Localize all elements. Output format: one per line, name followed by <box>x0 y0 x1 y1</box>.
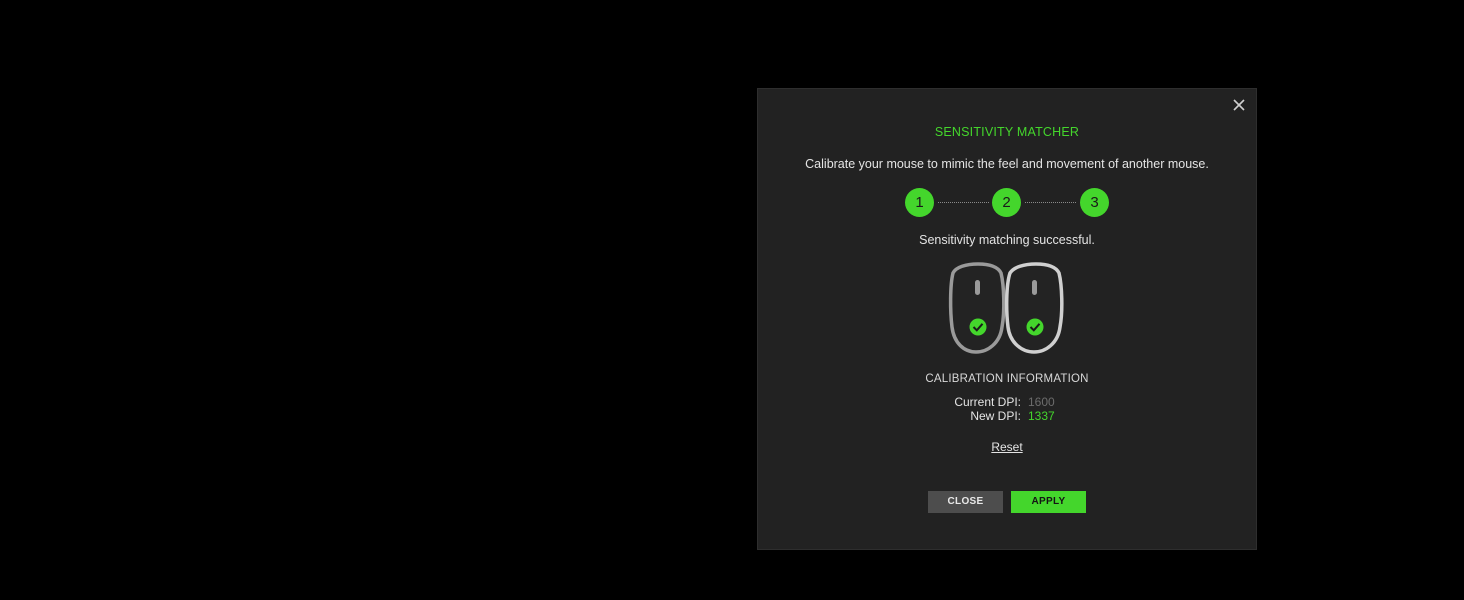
close-icon[interactable] <box>1230 96 1248 114</box>
mice-illustration <box>948 261 1066 355</box>
sensitivity-matcher-dialog: SENSITIVITY MATCHER Calibrate your mouse… <box>757 88 1257 550</box>
new-dpi-row: New DPI: 1337 <box>758 409 1256 423</box>
new-dpi-label: New DPI: <box>970 409 1021 423</box>
step-connector <box>1025 202 1076 203</box>
new-dpi-value: 1337 <box>1028 409 1055 423</box>
dialog-subtitle: Calibrate your mouse to mimic the feel a… <box>805 157 1209 171</box>
dialog-title: SENSITIVITY MATCHER <box>934 125 1080 139</box>
current-dpi-value: 1600 <box>1028 395 1055 409</box>
current-dpi-label: Current DPI: <box>954 395 1021 409</box>
mouse-icon <box>1004 262 1064 354</box>
check-icon <box>1026 318 1044 336</box>
calibration-heading: CALIBRATION INFORMATION <box>925 373 1089 385</box>
check-icon <box>969 318 987 336</box>
step-1: 1 <box>905 188 934 217</box>
reset-container: Reset <box>758 440 1256 454</box>
step-indicator: 1 2 3 <box>758 188 1256 218</box>
close-button[interactable]: CLOSE <box>928 491 1003 513</box>
mouse-icon <box>948 262 1006 354</box>
apply-button[interactable]: APPLY <box>1011 491 1086 513</box>
current-dpi-row: Current DPI: 1600 <box>758 395 1256 409</box>
step-connector <box>938 202 989 203</box>
status-message: Sensitivity matching successful. <box>919 233 1095 247</box>
step-2: 2 <box>992 188 1021 217</box>
reset-link[interactable]: Reset <box>991 440 1022 454</box>
step-3: 3 <box>1080 188 1109 217</box>
